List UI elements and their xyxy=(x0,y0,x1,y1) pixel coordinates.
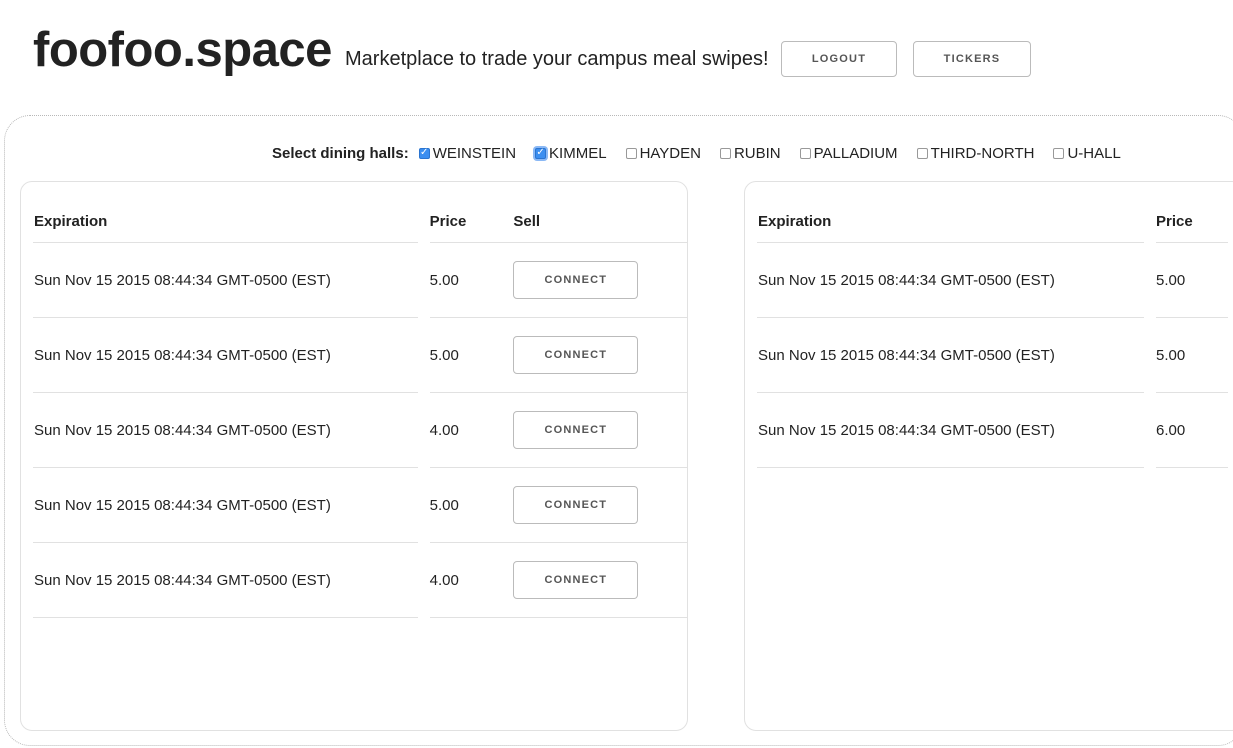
price-cell: 5.00 xyxy=(1156,318,1228,393)
kimmel-checkbox[interactable]: ✓ xyxy=(535,147,547,159)
price-cell: 5.00 xyxy=(429,318,502,393)
hall-label: THIRD-NORTH xyxy=(930,144,1035,162)
table-row: Sun Nov 15 2015 08:44:34 GMT-0500 (EST) … xyxy=(757,393,1228,468)
palladium-checkbox[interactable] xyxy=(799,147,811,159)
price-cell: 5.00 xyxy=(429,243,502,318)
connect-button[interactable]: CONNECT xyxy=(513,411,639,449)
hall-label: HAYDEN xyxy=(639,144,701,162)
column-gap xyxy=(418,243,430,318)
weinstein-checkbox[interactable]: ✓ xyxy=(418,147,430,159)
price-cell: 5.00 xyxy=(429,468,502,543)
hall-label: PALLADIUM xyxy=(813,144,898,162)
buy-table: Expiration Price Sun Nov 15 2015 08:44:3… xyxy=(757,200,1228,468)
hall-rubin[interactable]: RUBIN xyxy=(719,144,781,162)
site-logo[interactable]: foofoo.space xyxy=(33,22,332,78)
price-cell: 6.00 xyxy=(1156,393,1228,468)
sell-table: Expiration Price Sell Sun Nov 15 2015 08… xyxy=(33,200,687,618)
price-cell: 4.00 xyxy=(429,543,502,618)
sell-cell: CONNECT xyxy=(501,543,687,618)
column-gap xyxy=(418,543,430,618)
buy-panel: Expiration Price Sun Nov 15 2015 08:44:3… xyxy=(744,181,1233,731)
sell-panel: Expiration Price Sell Sun Nov 15 2015 08… xyxy=(20,181,688,731)
expiration-cell: Sun Nov 15 2015 08:44:34 GMT-0500 (EST) xyxy=(33,318,418,393)
expiration-cell: Sun Nov 15 2015 08:44:34 GMT-0500 (EST) xyxy=(757,393,1144,468)
hayden-checkbox[interactable] xyxy=(625,147,637,159)
connect-button[interactable]: CONNECT xyxy=(513,561,639,599)
sell-header: Sell xyxy=(501,200,687,243)
u-hall-checkbox[interactable] xyxy=(1053,147,1065,159)
tagline: Marketplace to trade your campus meal sw… xyxy=(345,48,769,70)
sell-cell: CONNECT xyxy=(501,243,687,318)
hall-hayden[interactable]: HAYDEN xyxy=(625,144,701,162)
table-row: Sun Nov 15 2015 08:44:34 GMT-0500 (EST) … xyxy=(757,318,1228,393)
logout-button[interactable]: LOGOUT xyxy=(781,41,897,77)
hall-label: RUBIN xyxy=(733,144,781,162)
table-row: Sun Nov 15 2015 08:44:34 GMT-0500 (EST) … xyxy=(33,468,687,543)
hall-label: WEINSTEIN xyxy=(432,144,517,162)
column-gap xyxy=(1144,243,1156,318)
third-north-checkbox[interactable] xyxy=(916,147,928,159)
connect-button[interactable]: CONNECT xyxy=(513,486,639,524)
tickers-button[interactable]: TICKERS xyxy=(913,41,1031,77)
expiration-header[interactable]: Expiration xyxy=(33,200,418,243)
header: foofoo.space Marketplace to trade your c… xyxy=(0,0,1233,110)
connect-button[interactable]: CONNECT xyxy=(513,261,639,299)
price-header[interactable]: Price xyxy=(1156,200,1228,243)
expiration-cell: Sun Nov 15 2015 08:44:34 GMT-0500 (EST) xyxy=(33,468,418,543)
column-gap xyxy=(1144,200,1156,243)
expiration-cell: Sun Nov 15 2015 08:44:34 GMT-0500 (EST) xyxy=(33,393,418,468)
hall-palladium[interactable]: PALLADIUM xyxy=(799,144,898,162)
table-row: Sun Nov 15 2015 08:44:34 GMT-0500 (EST) … xyxy=(33,318,687,393)
column-gap xyxy=(418,393,430,468)
table-header-row: Expiration Price Sell xyxy=(33,200,687,243)
sell-cell: CONNECT xyxy=(501,318,687,393)
hall-weinstein[interactable]: ✓ WEINSTEIN xyxy=(418,144,517,162)
dining-hall-filter: Select dining halls: ✓ WEINSTEIN ✓ KIMME… xyxy=(272,142,1140,164)
hall-label: KIMMEL xyxy=(549,144,607,162)
price-cell: 4.00 xyxy=(429,393,502,468)
column-gap xyxy=(418,200,430,243)
connect-button[interactable]: CONNECT xyxy=(513,336,639,374)
expiration-cell: Sun Nov 15 2015 08:44:34 GMT-0500 (EST) xyxy=(33,543,418,618)
hall-kimmel[interactable]: ✓ KIMMEL xyxy=(535,145,607,162)
hall-third-north[interactable]: THIRD-NORTH xyxy=(916,144,1035,162)
table-row: Sun Nov 15 2015 08:44:34 GMT-0500 (EST) … xyxy=(757,243,1228,318)
rubin-checkbox[interactable] xyxy=(719,147,731,159)
hall-label: U-HALL xyxy=(1067,144,1121,162)
column-gap xyxy=(1144,393,1156,468)
table-row: Sun Nov 15 2015 08:44:34 GMT-0500 (EST) … xyxy=(33,243,687,318)
table-row: Sun Nov 15 2015 08:44:34 GMT-0500 (EST) … xyxy=(33,393,687,468)
hall-u-hall[interactable]: U-HALL xyxy=(1053,144,1121,162)
expiration-cell: Sun Nov 15 2015 08:44:34 GMT-0500 (EST) xyxy=(33,243,418,318)
column-gap xyxy=(418,468,430,543)
sell-cell: CONNECT xyxy=(501,393,687,468)
expiration-header[interactable]: Expiration xyxy=(757,200,1144,243)
expiration-cell: Sun Nov 15 2015 08:44:34 GMT-0500 (EST) xyxy=(757,318,1144,393)
filter-label: Select dining halls: xyxy=(272,144,409,162)
column-gap xyxy=(1144,318,1156,393)
expiration-cell: Sun Nov 15 2015 08:44:34 GMT-0500 (EST) xyxy=(757,243,1144,318)
price-cell: 5.00 xyxy=(1156,243,1228,318)
sell-cell: CONNECT xyxy=(501,468,687,543)
table-row: Sun Nov 15 2015 08:44:34 GMT-0500 (EST) … xyxy=(33,543,687,618)
table-header-row: Expiration Price xyxy=(757,200,1228,243)
price-header[interactable]: Price xyxy=(429,200,502,243)
column-gap xyxy=(418,318,430,393)
